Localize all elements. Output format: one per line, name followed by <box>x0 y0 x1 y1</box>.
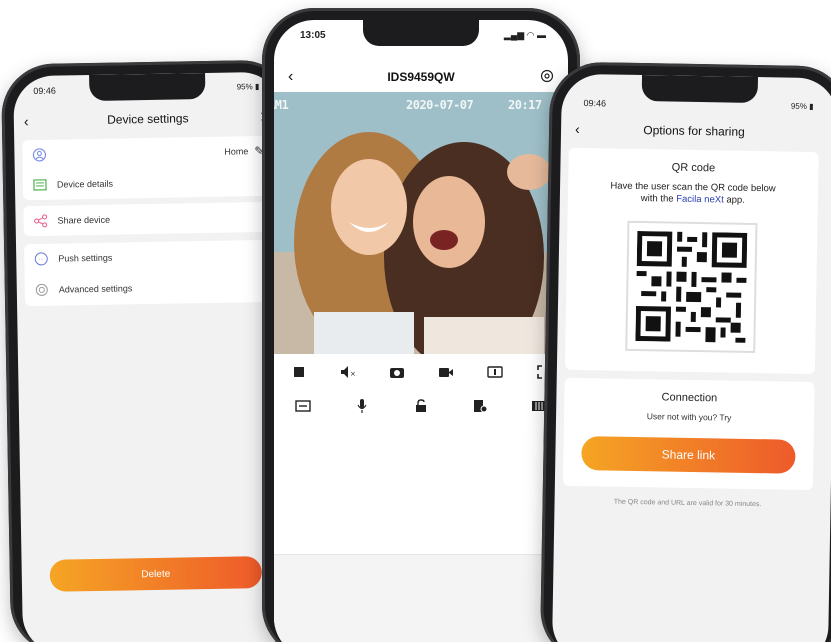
item-label: Device details <box>56 178 114 190</box>
back-icon[interactable]: ‹ <box>24 113 29 129</box>
item-label: Push settings <box>58 252 113 264</box>
qr-code-pattern <box>635 230 748 343</box>
status-time: 09:46 <box>583 98 607 109</box>
control-row-1: × <box>274 360 568 384</box>
connection-panel: Connection User not with you? Try Share … <box>562 377 815 491</box>
osd-label: AM1 <box>274 98 289 112</box>
bottom-area <box>274 555 568 642</box>
stop-icon[interactable] <box>289 362 309 382</box>
osd-time: 20:17 <box>508 98 542 112</box>
status-icons: ▂▄▆ ◠ ▬ <box>503 30 546 40</box>
sidebar-item-advanced-settings[interactable]: Advanced settings › <box>25 271 277 305</box>
list-icon <box>33 178 47 192</box>
qr-code-panel: QR code Have the user scan the QR code b… <box>564 147 819 375</box>
app-name-link[interactable]: Facila neXt <box>676 194 724 206</box>
unlock-icon[interactable] <box>411 396 431 416</box>
share-card: Share device › <box>23 201 276 237</box>
device-settings-navbar: ‹ Device settings ✕ <box>14 104 282 135</box>
delete-button[interactable]: Delete <box>49 556 263 592</box>
settings-card: ··· Push settings › Advanced settings › <box>24 239 278 307</box>
page-title: IDS9459QW <box>387 70 455 84</box>
camera-icon[interactable] <box>387 362 407 382</box>
device-settings-screen: 09:46 95% ▮ ‹ Device settings ✕ Home ✎ D… <box>13 71 292 642</box>
phone-live-view: 13:05 ▂▄▆ ◠ ▬ ‹ IDS9459QW M1 2020-07-07 … <box>262 8 580 642</box>
status-time: 13:05 <box>300 30 326 41</box>
microphone-icon[interactable] <box>352 396 372 416</box>
device-unlock-icon[interactable] <box>470 396 490 416</box>
status-battery: 95% ▮ <box>790 101 814 112</box>
control-row-2 <box>274 394 568 418</box>
live-view-screen: 13:05 ▂▄▆ ◠ ▬ ‹ IDS9459QW M1 2020-07-07 … <box>274 20 568 642</box>
connection-title: Connection <box>661 391 718 405</box>
gear-icon <box>35 283 49 297</box>
page-title: Device settings <box>107 111 189 127</box>
share-link-button[interactable]: Share link <box>581 436 796 474</box>
page-title: Options for sharing <box>643 123 745 139</box>
back-icon[interactable]: ‹ <box>575 121 580 137</box>
validity-note: The QR code and URL are valid for 30 min… <box>613 498 762 509</box>
user-icon <box>32 148 47 162</box>
phone-share-options: 09:46 95% ▮ ‹ Options for sharing QR cod… <box>539 61 831 642</box>
settings-gear-icon[interactable] <box>540 69 554 86</box>
hd-toggle-icon[interactable] <box>485 362 505 382</box>
connection-description: User not with you? Try <box>646 411 732 423</box>
share-options-navbar: ‹ Options for sharing <box>561 116 827 147</box>
sidebar-item-share-device[interactable]: Share device › <box>23 202 275 236</box>
qr-code-image <box>625 220 758 354</box>
sidebar-item-device-details[interactable]: Device details › <box>23 166 275 200</box>
notch <box>89 73 206 102</box>
record-video-icon[interactable] <box>436 362 456 382</box>
video-frame-image <box>274 92 568 354</box>
push-icon: ··· <box>34 252 48 266</box>
live-view-navbar: ‹ IDS9459QW <box>274 64 568 90</box>
device-home-row: Home ✎ <box>22 136 274 170</box>
notch <box>641 75 759 104</box>
device-card: Home ✎ Device details › <box>22 135 276 201</box>
item-label: Advanced settings <box>58 283 133 295</box>
share-options-screen: 09:46 95% ▮ ‹ Options for sharing QR cod… <box>551 73 831 642</box>
resize-icon[interactable] <box>293 396 313 416</box>
status-battery: 95% ▮ <box>236 82 260 92</box>
osd-date: 2020-07-07 <box>406 98 474 112</box>
qr-title: QR code <box>671 161 716 175</box>
svg-text:···: ··· <box>39 257 44 263</box>
mute-icon[interactable]: × <box>338 362 358 382</box>
svg-text:×: × <box>350 370 356 378</box>
status-time: 09:46 <box>33 85 56 97</box>
qr-description: Have the user scan the QR code below wit… <box>568 180 818 208</box>
phone-device-settings: 09:46 95% ▮ ‹ Device settings ✕ Home ✎ D… <box>0 59 304 642</box>
home-label: Home <box>224 146 249 157</box>
sidebar-item-push-settings[interactable]: ··· Push settings › <box>24 240 276 274</box>
back-icon[interactable]: ‹ <box>288 68 293 86</box>
notch <box>363 20 479 46</box>
share-icon <box>33 214 48 228</box>
camera-video-feed[interactable]: AM1 2020-07-07 20:17 <box>274 92 568 354</box>
item-label: Share device <box>57 214 111 226</box>
